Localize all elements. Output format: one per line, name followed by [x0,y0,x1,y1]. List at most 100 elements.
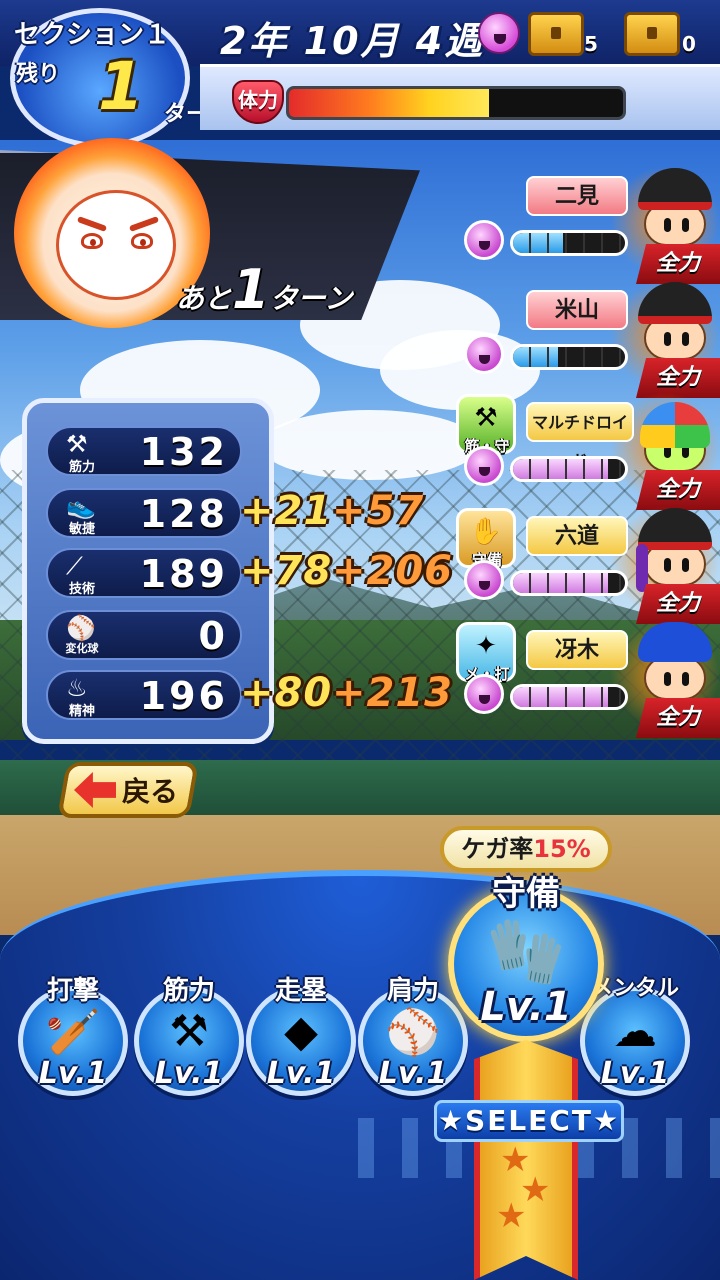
gold-chest-icon[interactable] [624,12,680,56]
back-button-label: 戻る [122,775,179,808]
stat-value: 132 [139,430,228,474]
teammate-name: 二見 [526,176,628,216]
bat-icon: ⟋ [66,552,83,580]
practice-level: Lv.1 [154,1056,224,1091]
stamina-bar [286,86,626,120]
practice-level: Lv.1 [600,1056,670,1091]
stat-row-spirit: ♨ 精神 196 [46,670,242,720]
eye [131,233,153,249]
status-badge: 全力 [636,358,720,398]
injury-percent: 15% [533,835,591,863]
stat-value: 196 [139,674,228,718]
practice-defense-button-selected[interactable]: 🧤 守備 Lv.1 [448,866,604,1042]
face-eye [664,672,671,686]
face-eye [682,332,689,346]
status-badge: 全力 [636,470,720,510]
stat-bonus: +21 [240,488,333,534]
brow [128,216,160,232]
teammate-card[interactable]: 二見 全力 [460,166,720,286]
teammate-name: マルチドロイド [526,402,634,470]
stat-bonus: +78 [240,548,333,594]
section-title: セクション１ [14,20,171,50]
teammate-card[interactable]: ⚒ 筋・守 マルチドロイド 全力 [456,392,720,512]
bond-gauge [510,456,628,482]
flame-icon: ♨ [66,674,88,702]
star-icon: ★ [496,1196,527,1236]
chest-count: 0 [682,32,696,56]
bond-gauge-ticks [513,459,625,479]
stat-label: 変化球 [65,642,99,655]
teammate-card[interactable]: ✦ メ・打 冴木 全力 [456,620,720,740]
practice-name: 筋力 [162,976,215,1006]
practice-level: Lv.1 [378,1056,448,1091]
status-badge: 全力 [636,698,720,738]
angry-ball-face-icon [56,190,176,300]
bat-icon: 🏏 [45,1007,101,1058]
face-eye [664,218,671,232]
injury-label: ケガ率 [461,835,534,863]
stat-label: 筋力 [68,460,95,475]
teammate-name: 冴木 [526,630,628,670]
stamina-fill [289,89,490,117]
dumbbell-icon: ⚒ [66,430,88,458]
teammate-name: 六道 [526,516,628,556]
skill-tag: ✦ メ・打 [456,622,516,683]
stat-bonus: +213 [332,670,454,716]
hair [638,622,712,662]
bond-ball-icon [464,334,504,374]
dumbbell-icon: ⚒ [169,1006,209,1057]
glove-icon: ✋ [469,517,503,547]
stat-bonus: +80 [240,670,333,716]
bond-gauge-ticks [513,687,625,707]
skill-tag: ⚒ 筋・守 [456,394,516,455]
glove-icon: 🧤 [486,915,566,989]
stat-label: 技術 [68,582,95,597]
stat-bonus: +206 [332,548,454,594]
skill-tag: ✋ 守備 [456,508,516,569]
treasure-chest-icon[interactable] [528,12,584,56]
bat-icon: ✦ [475,631,497,661]
remaining-label: 残り [16,62,61,87]
practice-batting-button[interactable]: 🏏 打撃 Lv.1 [18,970,128,1096]
teammate-card[interactable]: 米山 全力 [460,280,720,400]
bond-ball-icon [464,560,504,600]
banner-suffix: ターン [269,282,353,315]
face-eye [664,332,671,346]
bond-ball-icon [464,446,504,486]
game-date: 2年 10月 4週 [220,19,485,63]
select-button[interactable]: ★SELECT★ [434,1100,624,1142]
stat-value: 128 [139,492,228,536]
bond-gauge [510,684,628,710]
face-eye [682,218,689,232]
shoe-icon: 👟 [66,492,96,520]
stat-value: 0 [198,614,228,658]
practice-level: Lv.1 [266,1056,336,1091]
bond-ball-icon [464,674,504,714]
dumbbell-icon: ⚒ [474,403,498,433]
selected-practice-level: Lv.1 [480,984,572,1030]
ball-spin-icon: ⚾ [66,614,96,642]
cap [638,508,712,550]
stat-row-breaking-ball: ⚾ 変化球 0 [46,610,242,660]
bond-gauge-ticks [513,233,625,253]
bond-gauge [510,344,628,370]
status-badge: 全力 [636,244,720,284]
stat-label: 精神 [68,704,95,719]
face [644,656,706,700]
face-eye [682,558,689,572]
banner-prefix: あと [176,282,233,315]
practice-name: 走塁 [274,976,327,1006]
bond-ball-icon [464,220,504,260]
practice-name: 打撃 [46,976,99,1006]
bond-gauge-ticks [513,347,625,367]
teammate-name: 米山 [526,290,628,330]
eye [81,233,103,249]
status-badge: 全力 [636,584,720,624]
stat-label: 敏捷 [68,522,95,537]
teammate-card[interactable]: ✋ 守備 六道 全力 [456,506,720,626]
practice-level: Lv.1 [38,1056,108,1091]
practice-running-button[interactable]: ◆ 走塁 Lv.1 [246,970,356,1096]
practice-power-button[interactable]: ⚒ 筋力 Lv.1 [134,970,244,1096]
face-eye [682,672,689,686]
pink-ball-icon[interactable] [478,12,520,54]
